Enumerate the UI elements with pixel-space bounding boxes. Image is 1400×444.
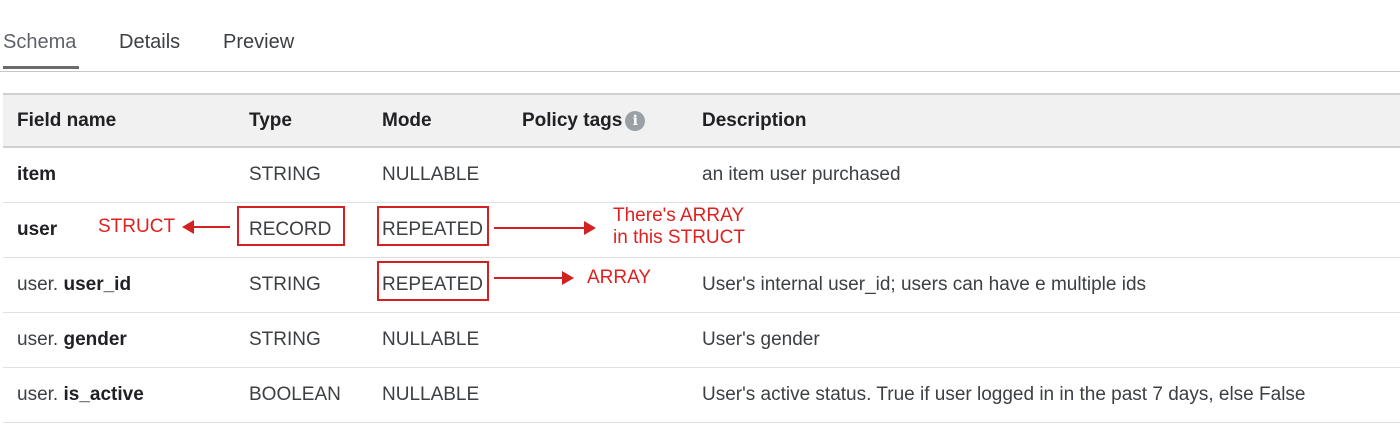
arrow-right-icon (494, 221, 596, 235)
field-name: gender (63, 329, 127, 350)
mode-cell: NULLABLE (382, 367, 522, 423)
header-type: Type (249, 93, 382, 148)
table-header-row: Field name Type Mode Policy tags i Descri… (3, 93, 1400, 148)
description-cell (702, 202, 1400, 258)
field-name-cell: user. gender (3, 312, 249, 368)
tab-bar: Schema Details Preview (0, 0, 1400, 72)
field-name: user (17, 219, 58, 240)
table-row[interactable]: item STRING NULLABLE an item user purcha… (3, 147, 1400, 203)
schema-table: Field name Type Mode Policy tags i Descri… (3, 93, 1400, 423)
policy-tags-label: Policy tags (522, 109, 623, 131)
description-cell: User's active status. True if user logge… (702, 367, 1400, 423)
policy-tags-cell (522, 147, 702, 203)
description-cell: User's gender (702, 312, 1400, 368)
mode-cell: NULLABLE (382, 147, 522, 203)
field-name: user_id (63, 274, 132, 295)
table-row[interactable]: user. gender STRING NULLABLE User's gend… (3, 312, 1400, 368)
field-prefix: user. (17, 329, 64, 350)
type-cell: BOOLEAN (249, 367, 382, 423)
type-cell: STRING (249, 257, 382, 313)
field-name-cell: user. user_id (3, 257, 249, 313)
field-name: item (17, 164, 57, 185)
field-name-cell: user. is_active (3, 367, 249, 423)
policy-tags-cell (522, 312, 702, 368)
arrow-right-icon (494, 271, 574, 285)
header-mode: Mode (382, 93, 522, 148)
annotation-array-in-struct: There's ARRAY in this STRUCT (613, 205, 745, 249)
annotation-line: There's ARRAY (613, 205, 745, 226)
description-cell: an item user purchased (702, 147, 1400, 203)
highlight-box-record (237, 206, 345, 246)
type-cell: STRING (249, 312, 382, 368)
arrow-left-icon (182, 220, 230, 234)
mode-cell: NULLABLE (382, 312, 522, 368)
field-prefix: user. (17, 384, 64, 405)
field-name: is_active (63, 384, 144, 405)
annotation-array: ARRAY (587, 267, 652, 288)
description-cell: User's internal user_id; users can have … (702, 257, 1400, 313)
table-row[interactable]: user. user_id STRING REPEATED User's int… (3, 257, 1400, 313)
field-name-cell: item (3, 147, 249, 203)
header-description: Description (702, 93, 1400, 148)
tab-preview[interactable]: Preview (223, 31, 294, 54)
tab-details[interactable]: Details (119, 31, 180, 54)
type-cell: STRING (249, 147, 382, 203)
field-prefix: user. (17, 274, 64, 295)
header-field-name: Field name (3, 93, 249, 148)
tab-schema[interactable]: Schema (3, 31, 76, 54)
highlight-box-repeated-user-id (377, 261, 489, 301)
highlight-box-repeated-user (377, 206, 489, 246)
policy-tags-cell (522, 367, 702, 423)
annotation-struct: STRUCT (98, 216, 176, 237)
header-policy-tags: Policy tags i (522, 93, 702, 148)
info-icon[interactable]: i (625, 110, 646, 131)
annotation-line: in this STRUCT (613, 227, 745, 248)
active-tab-indicator (3, 66, 79, 69)
table-row[interactable]: user. is_active BOOLEAN NULLABLE User's … (3, 367, 1400, 423)
